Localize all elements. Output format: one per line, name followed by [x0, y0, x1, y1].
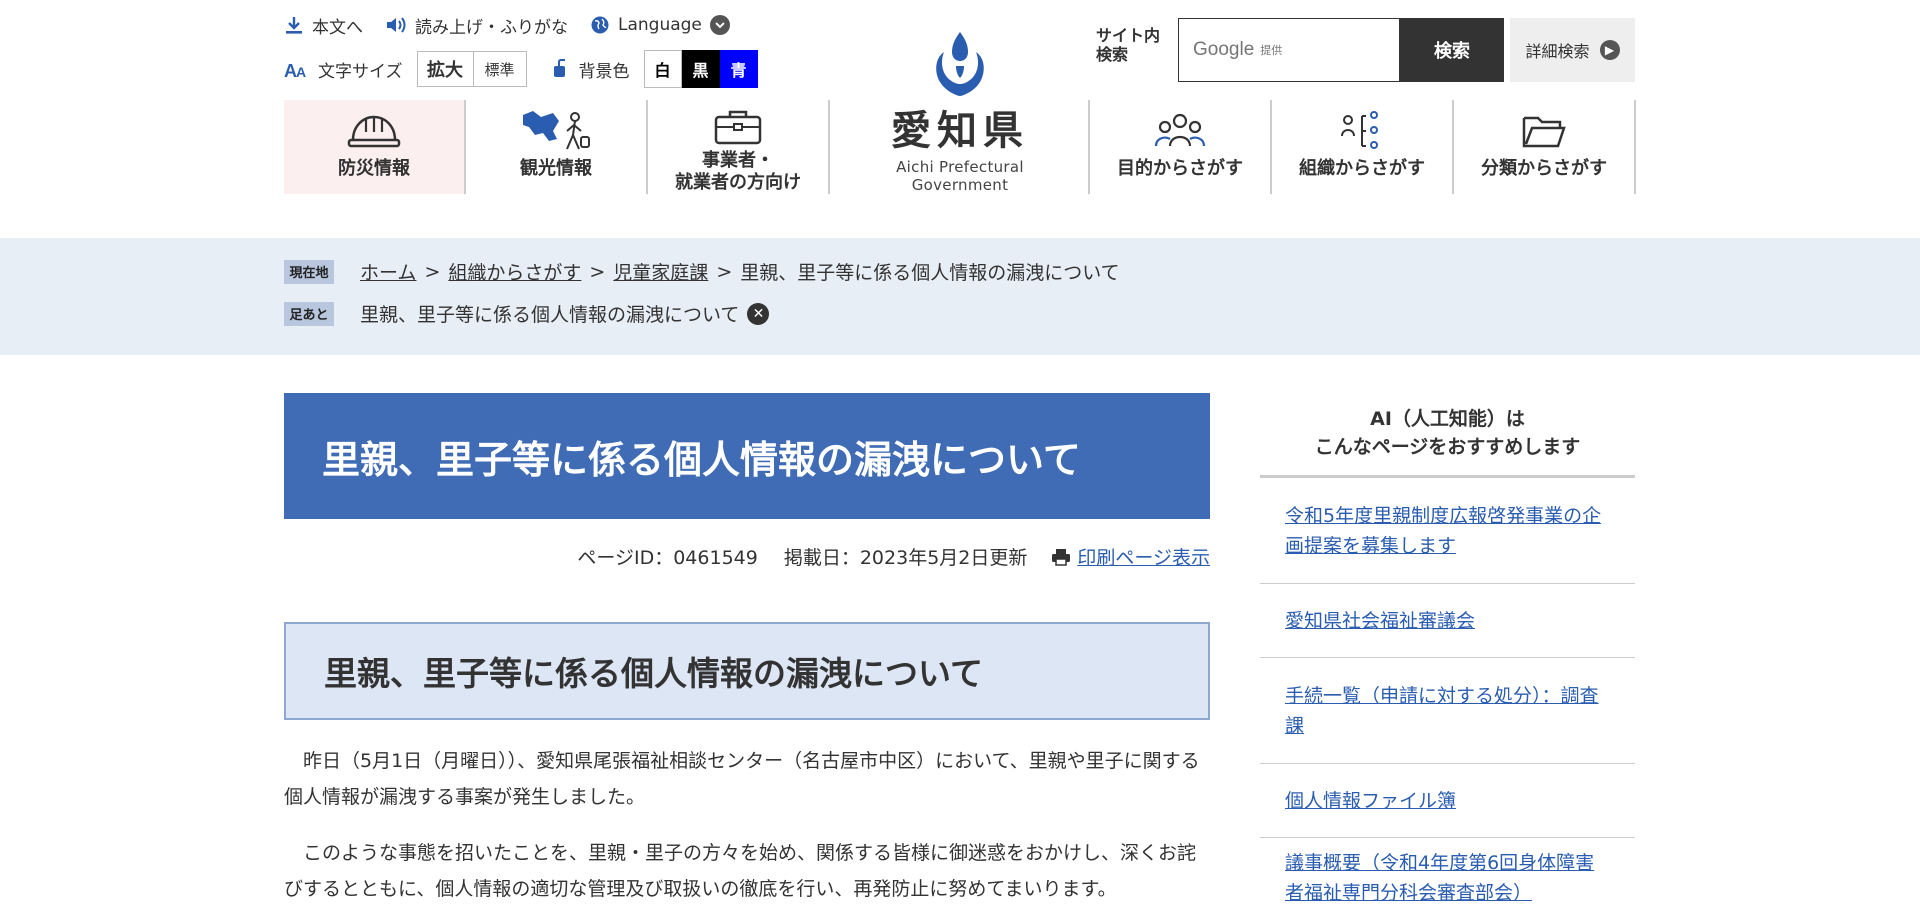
chevron-down-icon: [709, 15, 730, 35]
google-brand-text: Google: [1193, 39, 1255, 60]
helmet-icon: [347, 115, 401, 148]
list-item: 愛知県社会福祉審議会: [1260, 584, 1635, 658]
recommended-link[interactable]: 議事概要（令和4年度第6回身体障害者福祉専門分科会審査部会）: [1285, 848, 1610, 907]
list-item: 議事概要（令和4年度第6回身体障害者福祉専門分科会審査部会）: [1260, 838, 1635, 907]
history-tag: 足あと: [284, 301, 334, 326]
bg-black-button[interactable]: 黒: [681, 50, 720, 88]
read-aloud-label: 読み上げ・ふりがな: [415, 17, 568, 38]
nav-tourism-label: 観光情報: [520, 158, 592, 179]
recommended-link[interactable]: 個人情報ファイル簿: [1285, 786, 1456, 816]
prefecture-emblem-icon: [936, 32, 984, 96]
bg-color-label: 背景色: [578, 61, 630, 82]
nav-disaster-info[interactable]: 防災情報: [284, 100, 466, 194]
ai-recommendations-heading: AI（人工知能）は こんなページをおすすめします: [1260, 393, 1635, 478]
nav-by-purpose-label: 目的からさがす: [1117, 158, 1243, 179]
globe-icon: [591, 16, 609, 34]
breadcrumb-separator: >: [589, 260, 606, 283]
close-icon[interactable]: ✕: [747, 302, 770, 325]
font-size-large-button[interactable]: 拡大: [416, 51, 473, 87]
logo-title-jp: 愛知県: [891, 107, 1029, 154]
history-item[interactable]: 里親、里子等に係る個人情報の漏洩について: [360, 300, 739, 327]
history-trail: 足あと 里親、里子等に係る個人情報の漏洩について ✕: [284, 300, 770, 327]
global-nav-right: 目的からさがす 組織からさがす 分類からさがす: [1088, 100, 1636, 194]
font-size-icon: AA: [284, 61, 306, 80]
nav-disaster-label: 防災情報: [338, 158, 410, 179]
download-icon: [286, 17, 302, 34]
advanced-search-button[interactable]: 詳細検索 ▶: [1510, 18, 1635, 82]
folder-icon: [1522, 116, 1566, 148]
bg-white-button[interactable]: 白: [643, 50, 682, 88]
print-page-label: 印刷ページ表示: [1077, 547, 1210, 569]
recommended-link[interactable]: 令和5年度里親制度広報啓発事業の企画提案を募集します: [1285, 501, 1610, 561]
site-search-label: サイト内 検索: [1096, 26, 1161, 64]
font-size-label: 文字サイズ: [318, 61, 403, 82]
current-location-tag: 現在地: [284, 259, 334, 284]
page-id: ページID：0461549: [577, 547, 758, 569]
bg-blue-button[interactable]: 青: [719, 50, 758, 88]
language-label: Language: [618, 15, 702, 35]
site-header: 本文へ 読み上げ・ふりがな Language AA 文字サイズ 拡大 標準 背景…: [0, 0, 1920, 238]
body-paragraph-2: このような事態を招いたことを、里親・里子の方々を始め、関係する皆様に御迷惑をおか…: [284, 842, 1197, 900]
tourism-icon: [523, 111, 590, 150]
skip-to-content-link[interactable]: 本文へ: [284, 13, 363, 38]
recommended-link[interactable]: 愛知県社会福祉審議会: [1285, 606, 1475, 636]
search-button[interactable]: 検索: [1400, 18, 1504, 82]
font-size-standard-button[interactable]: 標準: [472, 51, 527, 87]
ai-recommendations: AI（人工知能）は こんなページをおすすめします 令和5年度里親制度広報啓発事業…: [1260, 393, 1635, 907]
recommended-link[interactable]: 手続一覧（申請に対する処分）：調査課: [1285, 681, 1610, 741]
global-nav-left: 防災情報 観光情報 事業者・ 就業者の方向け: [284, 100, 830, 194]
nav-by-category[interactable]: 分類からさがす: [1454, 100, 1636, 194]
breadcrumb-separator: >: [424, 260, 441, 283]
chevron-right-icon: ▶: [1599, 40, 1620, 60]
speaker-icon: [387, 17, 406, 33]
breadcrumb-by-organization[interactable]: 組織からさがす: [448, 258, 581, 285]
accessibility-bar: AA 文字サイズ 拡大 標準 背景色 白 黒 青: [284, 50, 758, 88]
breadcrumb-separator: >: [716, 260, 733, 283]
nav-business-info[interactable]: 事業者・ 就業者の方向け: [648, 100, 830, 194]
advanced-search-label: 詳細検索: [1525, 42, 1590, 61]
page-meta: ページID：0461549 掲載日：2023年5月2日更新 印刷ページ表示: [284, 543, 1210, 570]
site-logo[interactable]: 愛知県 Aichi Prefectural Government: [850, 30, 1070, 194]
google-provided-text: 提供: [1260, 44, 1283, 57]
nav-business-label-2: 就業者の方向け: [675, 172, 801, 193]
briefcase-icon: [714, 110, 762, 145]
nav-business-label-1: 事業者・: [702, 150, 774, 171]
nav-by-category-label: 分類からさがす: [1481, 158, 1607, 179]
section-heading: 里親、里子等に係る個人情報の漏洩について: [284, 622, 1210, 720]
body-paragraph-1: 昨日（5月1日（月曜日））、愛知県尾張福祉相談センター（名古屋市中区）において、…: [284, 750, 1200, 808]
breadcrumb: 現在地 ホーム > 組織からさがす > 児童家庭課 > 里親、里子等に係る個人情…: [284, 258, 1120, 285]
nav-tourism-info[interactable]: 観光情報: [466, 100, 648, 194]
read-aloud-link[interactable]: 読み上げ・ふりがな: [385, 13, 568, 38]
organization-icon: [1341, 111, 1378, 149]
font-size-label-group: AA 文字サイズ: [284, 57, 403, 82]
nav-by-organization[interactable]: 組織からさがす: [1272, 100, 1454, 194]
people-icon: [1154, 113, 1206, 147]
utility-bar: 本文へ 読み上げ・ふりがな Language: [284, 10, 730, 40]
breadcrumb-current: 里親、里子等に係る個人情報の漏洩について: [740, 262, 1120, 284]
nav-by-organization-label: 組織からさがす: [1299, 158, 1425, 179]
list-item: 手続一覧（申請に対する処分）：調査課: [1260, 658, 1635, 764]
breadcrumb-child-family-division[interactable]: 児童家庭課: [613, 258, 708, 285]
print-page-link[interactable]: 印刷ページ表示: [1051, 543, 1210, 570]
search-input[interactable]: Google 提供: [1178, 18, 1400, 82]
bg-color-label-group: 背景色: [551, 57, 630, 82]
nav-by-purpose[interactable]: 目的からさがす: [1090, 100, 1272, 194]
breadcrumb-band: [0, 238, 1920, 355]
language-selector[interactable]: Language: [590, 15, 730, 35]
posted-date: 掲載日：2023年5月2日更新: [783, 547, 1028, 569]
list-item: 個人情報ファイル簿: [1260, 764, 1635, 838]
breadcrumb-home[interactable]: ホーム: [360, 258, 416, 285]
logo-title-en: Aichi Prefectural Government: [896, 158, 1024, 194]
list-item: 令和5年度里親制度広報啓発事業の企画提案を募集します: [1260, 478, 1635, 584]
svg-text:A: A: [296, 64, 306, 80]
page-title: 里親、里子等に係る個人情報の漏洩について: [284, 393, 1210, 519]
skip-to-content-label: 本文へ: [312, 17, 363, 38]
paint-bucket-icon: [553, 59, 565, 77]
printer-icon: [1052, 548, 1071, 566]
